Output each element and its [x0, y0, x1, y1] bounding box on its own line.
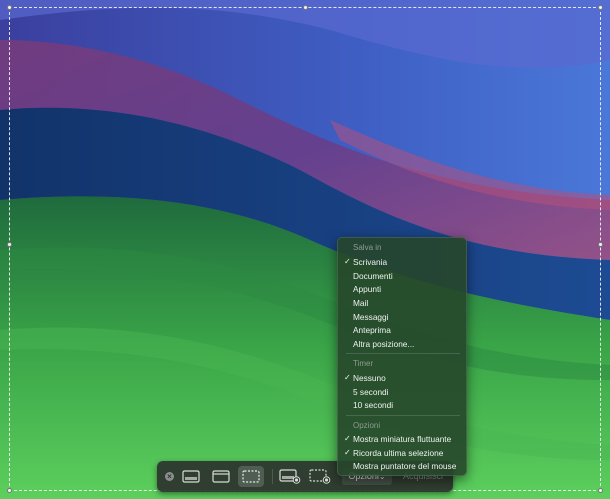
menu-item-5-secondi[interactable]: 5 secondi: [353, 387, 389, 397]
menu-item-anteprima[interactable]: Anteprima: [353, 325, 391, 335]
menu-item-appunti[interactable]: Appunti: [353, 284, 381, 294]
capture-window-button[interactable]: [209, 466, 233, 487]
menu-item-mostra-puntatore[interactable]: Mostra puntatore del mouse: [353, 461, 456, 471]
record-entire-screen-icon: [279, 469, 301, 484]
menu-header-opzioni: Opzioni: [353, 421, 381, 430]
close-icon[interactable]: ×: [165, 472, 174, 481]
menu-item-ricorda-selezione[interactable]: Ricorda ultima selezione: [353, 448, 443, 458]
handle-bottom-left[interactable]: [7, 488, 12, 493]
checkmark-icon: ✓: [344, 257, 351, 266]
menu-item-altra-posizione[interactable]: Altra posizione...: [353, 339, 414, 349]
capture-selection-button[interactable]: [238, 466, 264, 487]
capture-entire-screen-button[interactable]: [179, 466, 203, 487]
capture-window-icon: [212, 470, 230, 483]
menu-header-save-in: Salva in: [353, 243, 382, 252]
handle-middle-right[interactable]: [598, 242, 603, 247]
options-menu: Salva in ✓ Scrivania Documenti Appunti M…: [337, 237, 467, 476]
checkmark-icon: ✓: [344, 373, 351, 382]
checkmark-icon: ✓: [344, 448, 351, 457]
handle-bottom-right[interactable]: [598, 488, 603, 493]
toolbar-divider: [272, 469, 273, 484]
handle-middle-left[interactable]: [7, 242, 12, 247]
menu-item-10-secondi[interactable]: 10 secondi: [353, 400, 393, 410]
handle-top-right[interactable]: [598, 5, 603, 10]
menu-header-timer: Timer: [353, 359, 374, 368]
handle-top-center[interactable]: [303, 5, 308, 10]
menu-divider: [346, 353, 460, 354]
record-selection-icon: [309, 469, 331, 484]
menu-item-nessuno[interactable]: Nessuno: [353, 373, 386, 383]
capture-entire-screen-icon: [182, 470, 200, 483]
menu-item-scrivania[interactable]: Scrivania: [353, 257, 387, 267]
menu-item-messaggi[interactable]: Messaggi: [353, 312, 389, 322]
selection-frame[interactable]: [9, 7, 601, 491]
menu-item-mail[interactable]: Mail: [353, 298, 368, 308]
menu-item-mostra-miniatura[interactable]: Mostra miniatura fluttuante: [353, 434, 451, 444]
capture-selection-icon: [242, 470, 260, 483]
menu-divider: [346, 415, 460, 416]
menu-item-documenti[interactable]: Documenti: [353, 271, 393, 281]
handle-top-left[interactable]: [7, 5, 12, 10]
record-entire-screen-button[interactable]: [277, 466, 303, 487]
checkmark-icon: ✓: [344, 434, 351, 443]
record-selection-button[interactable]: [307, 466, 333, 487]
